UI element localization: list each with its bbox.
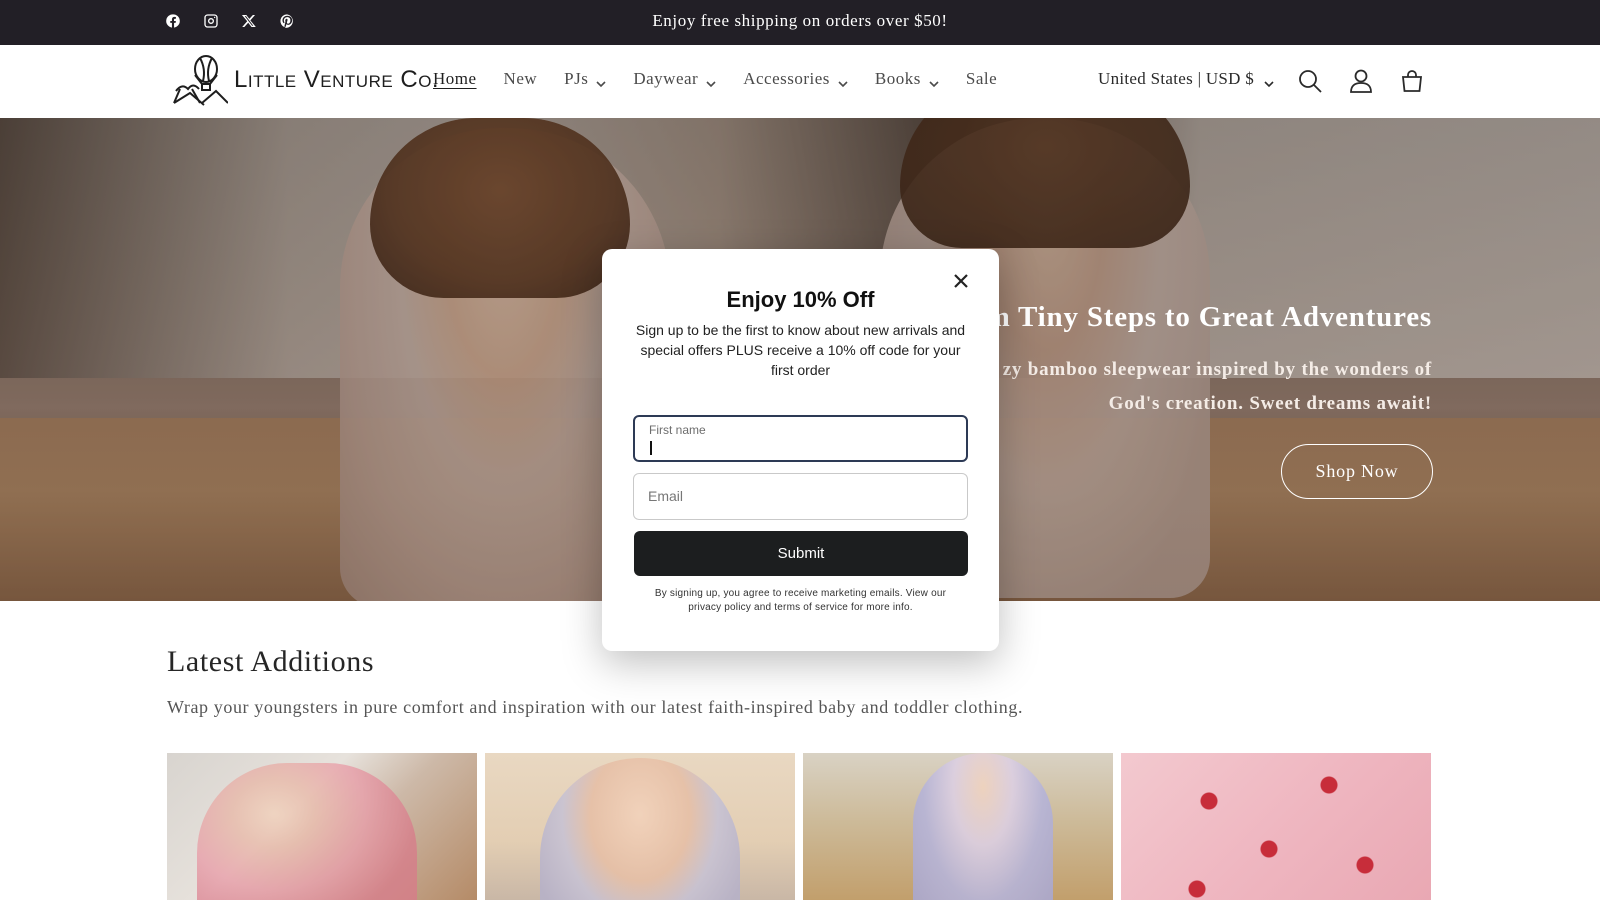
- chevron-down-icon: [929, 74, 939, 88]
- nav-accessories[interactable]: Accessories: [743, 69, 848, 89]
- logo-text: Little Venture Co.: [234, 66, 440, 93]
- fine-print: By signing up, you agree to receive mark…: [654, 588, 947, 613]
- email-placeholder: Email: [648, 488, 684, 504]
- section-title: Latest Additions: [167, 645, 375, 678]
- hero-title: m Tiny Steps to Great Adventures: [985, 301, 1432, 333]
- announcement-text: Enjoy free shipping on orders over $50!: [652, 11, 948, 30]
- nav-label: Accessories: [743, 69, 830, 88]
- site-header: Little Venture Co. Home New PJs Daywear …: [0, 45, 1600, 118]
- logo[interactable]: Little Venture Co.: [172, 53, 439, 107]
- nav-label: Sale: [965, 69, 998, 88]
- nav-daywear[interactable]: Daywear: [633, 69, 716, 89]
- section-description: Wrap your youngsters in pure comfort and…: [167, 697, 1024, 717]
- first-name-label: First name: [649, 423, 706, 437]
- nav-home[interactable]: Home: [433, 69, 477, 89]
- nav-label: PJs: [564, 69, 589, 88]
- chevron-down-icon: [596, 74, 606, 88]
- logo-balloon-icon: [173, 55, 228, 106]
- nav-label: Books: [874, 69, 921, 88]
- product-card[interactable]: [803, 753, 1113, 900]
- submit-button[interactable]: Submit: [634, 531, 968, 576]
- nav-pjs[interactable]: PJs: [564, 69, 606, 89]
- nav-books[interactable]: Books: [875, 69, 939, 89]
- email-field[interactable]: Email: [633, 473, 968, 520]
- modal-title: Enjoy 10% Off: [726, 287, 875, 312]
- signup-modal: Enjoy 10% Off Sign up to be the first to…: [602, 249, 999, 651]
- modal-text: Sign up to be the first to know about ne…: [635, 322, 966, 378]
- search-icon[interactable]: [1297, 68, 1325, 96]
- product-card[interactable]: [485, 753, 795, 900]
- first-name-field[interactable]: First name: [633, 415, 968, 462]
- product-card[interactable]: [167, 753, 477, 900]
- nav-label: Daywear: [633, 69, 699, 88]
- cart-icon[interactable]: [1399, 68, 1427, 96]
- nav-label: New: [503, 69, 538, 88]
- nav-label: Home: [433, 69, 477, 88]
- main-nav: Home New PJs Daywear Accessories Books S…: [433, 69, 1024, 89]
- country-label: United States | USD $: [1098, 69, 1255, 88]
- country-selector[interactable]: United States | USD $: [1098, 69, 1274, 89]
- account-icon[interactable]: [1348, 68, 1376, 96]
- nav-new[interactable]: New: [504, 69, 538, 89]
- chevron-down-icon: [706, 74, 716, 88]
- product-card[interactable]: [1121, 753, 1431, 900]
- shop-now-button[interactable]: Shop Now: [1281, 444, 1433, 499]
- chevron-down-icon: [838, 74, 848, 88]
- hero-subtitle: zy bamboo sleepwear inspired by the wond…: [1002, 359, 1432, 414]
- nav-sale[interactable]: Sale: [966, 69, 997, 89]
- chevron-down-icon: [1264, 74, 1274, 88]
- announcement-bar: Enjoy free shipping on orders over $50!: [0, 0, 1600, 45]
- text-caret: [650, 441, 652, 455]
- product-grid: [167, 753, 1431, 900]
